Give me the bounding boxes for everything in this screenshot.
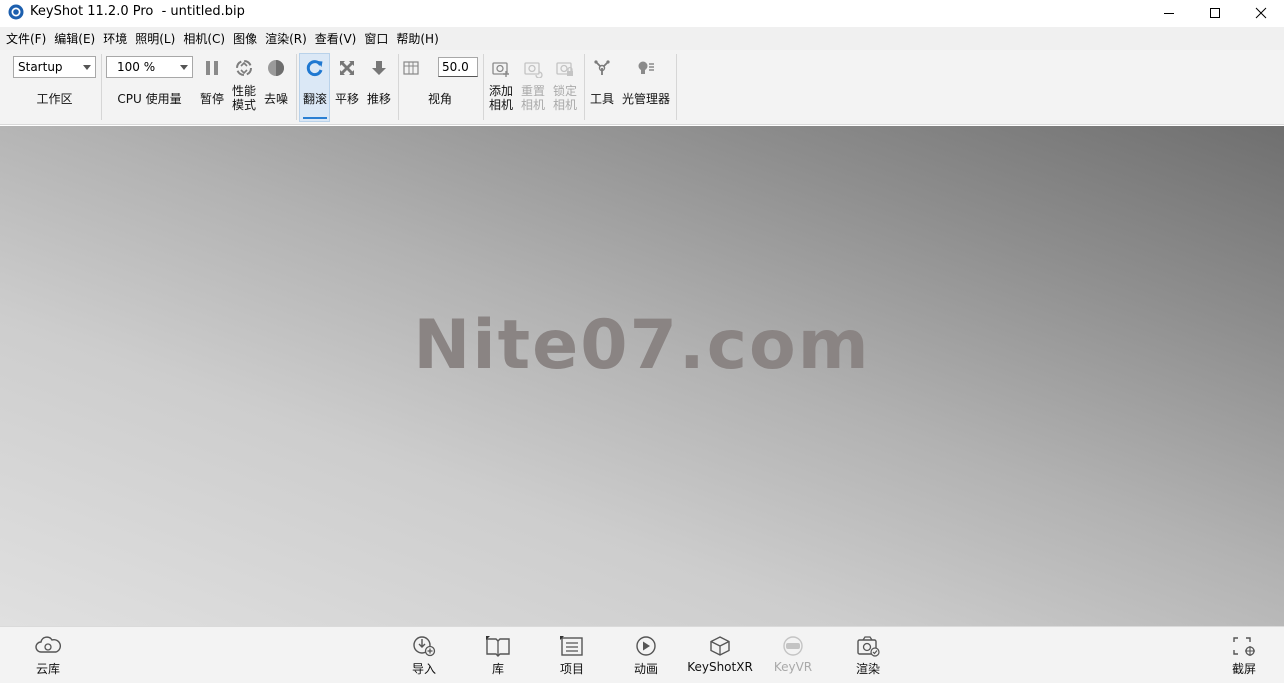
screenshot-button[interactable]: 截屏 [1224, 627, 1264, 684]
project-list-icon [560, 636, 583, 656]
reset-camera-button[interactable]: 重置 相机 [518, 54, 548, 118]
menu-environment[interactable]: 环境 [99, 28, 131, 50]
field-of-view-icon [403, 61, 419, 75]
field-of-view-input[interactable]: 50.0 [438, 57, 478, 77]
keyshotxr-button[interactable]: KeyShotXR [684, 627, 756, 684]
menu-window[interactable]: 窗口 [360, 28, 392, 50]
light-manager-label: 光管理器 [621, 92, 670, 106]
add-camera-label: 添加 相机 [488, 84, 513, 112]
cloud-library-icon [35, 636, 61, 653]
render-camera-icon [857, 636, 880, 657]
denoise-label: 去噪 [263, 92, 288, 106]
keyvr-headset-icon [783, 636, 803, 656]
keyvr-label: KeyVR [773, 660, 813, 674]
workspace-value: Startup [18, 60, 63, 74]
performance-mode-icon [236, 60, 252, 76]
tools-button[interactable]: 工具 [587, 54, 617, 118]
render-label: 渲染 [855, 662, 880, 676]
close-icon [1255, 7, 1267, 19]
menu-edit[interactable]: 编辑(E) [50, 28, 99, 50]
tumble-label: 翻滚 [302, 92, 327, 106]
render-button[interactable]: 渲染 [848, 627, 888, 684]
chevron-down-icon [83, 65, 91, 70]
field-of-view-value: 50.0 [442, 60, 469, 74]
reset-camera-label: 重置 相机 [520, 84, 545, 112]
pause-label: 暂停 [199, 92, 224, 106]
menu-lighting[interactable]: 照明(L) [131, 28, 179, 50]
maximize-button[interactable] [1192, 0, 1238, 26]
menu-image[interactable]: 图像 [229, 28, 261, 50]
animation-button[interactable]: 动画 [626, 627, 666, 684]
keyshot-logo-icon [8, 4, 24, 20]
menu-render[interactable]: 渲染(R) [261, 28, 311, 50]
dolly-label: 推移 [366, 92, 391, 106]
ribbon-toolbar: Startup 工作区 100 % CPU 使用量 暂停 性能 模式 去噪 翻滚… [0, 50, 1284, 125]
title-bar: KeyShot 11.2.0 Pro - untitled.bip [0, 0, 1284, 26]
dolly-arrow-down-icon [372, 61, 386, 75]
menu-file[interactable]: 文件(F) [2, 28, 50, 50]
import-icon [413, 636, 436, 657]
maximize-icon [1210, 8, 1220, 18]
animation-play-icon [636, 636, 656, 656]
performance-mode-button[interactable]: 性能 模式 [229, 54, 259, 118]
tumble-active-indicator [303, 117, 327, 119]
project-label: 项目 [559, 662, 584, 676]
field-of-view-label: 视角 [427, 92, 452, 106]
menu-view[interactable]: 查看(V) [311, 28, 361, 50]
pan-label: 平移 [334, 92, 359, 106]
animation-label: 动画 [633, 662, 658, 676]
watermark-text: Nite07.com [413, 306, 871, 385]
tools-label: 工具 [589, 92, 614, 106]
menu-camera[interactable]: 相机(C) [179, 28, 229, 50]
minimize-button[interactable] [1146, 0, 1192, 26]
add-camera-icon [492, 62, 509, 77]
pan-icon [340, 61, 354, 75]
pause-button[interactable]: 暂停 [198, 54, 226, 118]
import-button[interactable]: 导入 [404, 627, 444, 684]
project-button[interactable]: 项目 [552, 627, 592, 684]
keyshotxr-label: KeyShotXR [687, 660, 753, 674]
screenshot-icon [1233, 637, 1255, 656]
lock-camera-button[interactable]: 锁定 相机 [550, 54, 580, 118]
denoise-icon [268, 60, 284, 76]
menu-help[interactable]: 帮助(H) [392, 28, 442, 50]
cpu-usage-dropdown[interactable]: 100 % [106, 56, 193, 78]
library-button[interactable]: 库 [478, 627, 518, 684]
tumble-icon [306, 60, 323, 77]
close-button[interactable] [1238, 0, 1284, 26]
cloud-library-button[interactable]: 云库 [28, 627, 68, 684]
library-book-icon [486, 636, 510, 657]
add-camera-button[interactable]: 添加 相机 [486, 54, 516, 118]
lock-camera-icon [556, 62, 573, 76]
denoise-button[interactable]: 去噪 [261, 54, 291, 118]
dolly-button[interactable]: 推移 [364, 54, 394, 118]
pause-icon [206, 61, 218, 75]
keyshotxr-cube-icon [710, 636, 730, 656]
lock-camera-label: 锁定 相机 [552, 84, 577, 112]
light-manager-button[interactable]: 光管理器 [619, 54, 673, 118]
bottom-toolbar: 云库 导入 库 项目 动画 KeyShotXR KeyVR 渲染 截屏 [0, 626, 1284, 683]
keyvr-button[interactable]: KeyVR [770, 627, 816, 684]
menu-bar: 文件(F) 编辑(E) 环境 照明(L) 相机(C) 图像 渲染(R) 查看(V… [0, 27, 1284, 50]
chevron-down-icon [180, 65, 188, 70]
performance-mode-label: 性能 模式 [231, 84, 256, 112]
minimize-icon [1164, 13, 1174, 14]
reset-camera-icon [524, 62, 543, 78]
cpu-usage-value: 100 % [117, 60, 156, 74]
render-viewport[interactable]: Nite07.com [0, 126, 1284, 626]
window-title: KeyShot 11.2.0 Pro - untitled.bip [30, 4, 245, 19]
library-label: 库 [491, 662, 504, 676]
light-bulb-icon [638, 61, 654, 74]
cloud-library-label: 云库 [35, 662, 60, 676]
tools-icon [594, 60, 610, 75]
import-label: 导入 [411, 662, 436, 676]
workspace-dropdown[interactable]: Startup [13, 56, 96, 78]
screenshot-label: 截屏 [1231, 662, 1256, 676]
workspace-label: 工作区 [36, 92, 73, 106]
pan-button[interactable]: 平移 [332, 54, 362, 118]
cpu-usage-label: CPU 使用量 [117, 92, 182, 106]
tumble-button[interactable]: 翻滚 [300, 54, 330, 118]
